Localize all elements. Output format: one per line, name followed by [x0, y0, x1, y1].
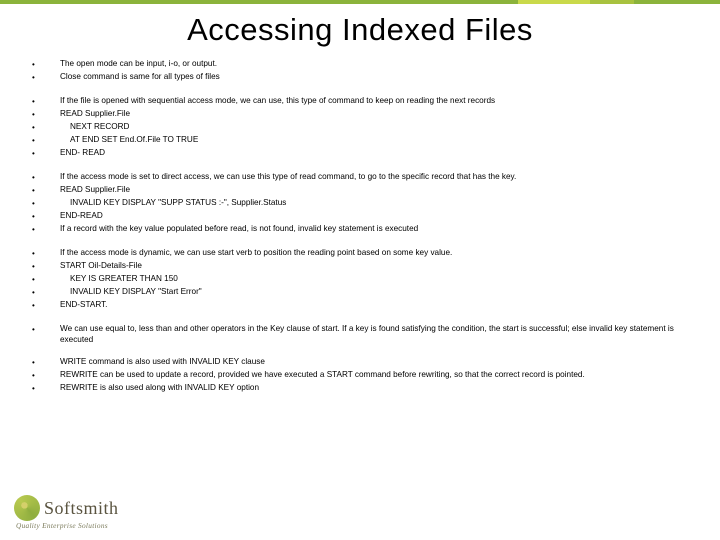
bullet-row: •If the access mode is dynamic, we can u…: [30, 247, 705, 260]
bullet-mark: •: [30, 95, 60, 108]
bullet-mark: •: [30, 147, 60, 160]
bullet-row: •AT END SET End.Of.File TO TRUE: [30, 134, 705, 147]
bullet-mark: •: [30, 286, 60, 299]
bullet-mark: •: [30, 197, 60, 210]
page-title: Accessing Indexed Files: [0, 12, 720, 48]
bullet-mark: •: [30, 247, 60, 260]
bullet-text: WRITE command is also used with INVALID …: [60, 356, 705, 367]
logo-text: Softsmith: [44, 498, 119, 519]
bullet-row: •REWRITE can be used to update a record,…: [30, 369, 705, 382]
bullet-mark: •: [30, 356, 60, 369]
bullet-text: REWRITE can be used to update a record, …: [60, 369, 705, 380]
bullet-row: •If a record with the key value populate…: [30, 223, 705, 236]
group-gap: [30, 160, 705, 171]
bullet-row: •KEY IS GREATER THAN 150: [30, 273, 705, 286]
bullet-mark: •: [30, 273, 60, 286]
bullet-mark: •: [30, 108, 60, 121]
bullet-text: If a record with the key value populated…: [60, 223, 705, 234]
bullet-text: Close command is same for all types of f…: [60, 71, 705, 82]
bullet-mark: •: [30, 323, 60, 336]
bar-seg: [590, 0, 633, 4]
bullet-text: INVALID KEY DISPLAY "SUPP STATUS :-", Su…: [60, 197, 705, 208]
bullet-mark: •: [30, 210, 60, 223]
bullet-row: •REWRITE is also used along with INVALID…: [30, 382, 705, 395]
content-area: •The open mode can be input, i-o, or out…: [30, 58, 705, 395]
bullet-mark: •: [30, 369, 60, 382]
bullet-mark: •: [30, 71, 60, 84]
bullet-row: •END- READ: [30, 147, 705, 160]
bullet-row: •NEXT RECORD: [30, 121, 705, 134]
logo-tagline: Quality Enterprise Solutions: [16, 521, 119, 530]
bullet-text: KEY IS GREATER THAN 150: [60, 273, 705, 284]
bullet-text: We can use equal to, less than and other…: [60, 323, 705, 345]
bullet-mark: •: [30, 184, 60, 197]
group-gap: [30, 236, 705, 247]
bullet-mark: •: [30, 58, 60, 71]
bullet-row: •INVALID KEY DISPLAY "Start Error": [30, 286, 705, 299]
bullet-text: READ Supplier.File: [60, 108, 705, 119]
bullet-text: If the access mode is dynamic, we can us…: [60, 247, 705, 258]
bullet-row: •END-START.: [30, 299, 705, 312]
bullet-text: READ Supplier.File: [60, 184, 705, 195]
bullet-row: •WRITE command is also used with INVALID…: [30, 356, 705, 369]
bullet-text: END-READ: [60, 210, 705, 221]
bullet-mark: •: [30, 260, 60, 273]
group-gap: [30, 345, 705, 356]
logo-swirl-icon: [14, 495, 40, 521]
bullet-row: •END-READ: [30, 210, 705, 223]
bullet-row: •START Oil-Details-File: [30, 260, 705, 273]
bullet-text: START Oil-Details-File: [60, 260, 705, 271]
bar-seg: [0, 0, 518, 4]
bullet-text: END- READ: [60, 147, 705, 158]
bullet-row: •We can use equal to, less than and othe…: [30, 323, 705, 345]
bullet-row: •READ Supplier.File: [30, 184, 705, 197]
bullet-row: •If the file is opened with sequential a…: [30, 95, 705, 108]
bullet-text: END-START.: [60, 299, 705, 310]
bullet-mark: •: [30, 134, 60, 147]
bullet-row: •READ Supplier.File: [30, 108, 705, 121]
bullet-text: INVALID KEY DISPLAY "Start Error": [60, 286, 705, 297]
bullet-row: •INVALID KEY DISPLAY "SUPP STATUS :-", S…: [30, 197, 705, 210]
top-accent-bar: [0, 0, 720, 4]
bullet-row: •If the access mode is set to direct acc…: [30, 171, 705, 184]
bullet-row: •The open mode can be input, i-o, or out…: [30, 58, 705, 71]
bullet-text: NEXT RECORD: [60, 121, 705, 132]
bullet-text: The open mode can be input, i-o, or outp…: [60, 58, 705, 69]
bullet-mark: •: [30, 382, 60, 395]
bar-seg: [634, 0, 720, 4]
group-gap: [30, 312, 705, 323]
bullet-text: If the access mode is set to direct acce…: [60, 171, 705, 182]
bar-seg: [518, 0, 590, 4]
bullet-mark: •: [30, 299, 60, 312]
logo-main: Softsmith: [14, 495, 119, 521]
logo: Softsmith Quality Enterprise Solutions: [14, 495, 119, 530]
bullet-row: •Close command is same for all types of …: [30, 71, 705, 84]
bullet-mark: •: [30, 171, 60, 184]
group-gap: [30, 84, 705, 95]
bullet-text: AT END SET End.Of.File TO TRUE: [60, 134, 705, 145]
bullet-mark: •: [30, 121, 60, 134]
bullet-mark: •: [30, 223, 60, 236]
bullet-text: If the file is opened with sequential ac…: [60, 95, 705, 106]
bullet-text: REWRITE is also used along with INVALID …: [60, 382, 705, 393]
